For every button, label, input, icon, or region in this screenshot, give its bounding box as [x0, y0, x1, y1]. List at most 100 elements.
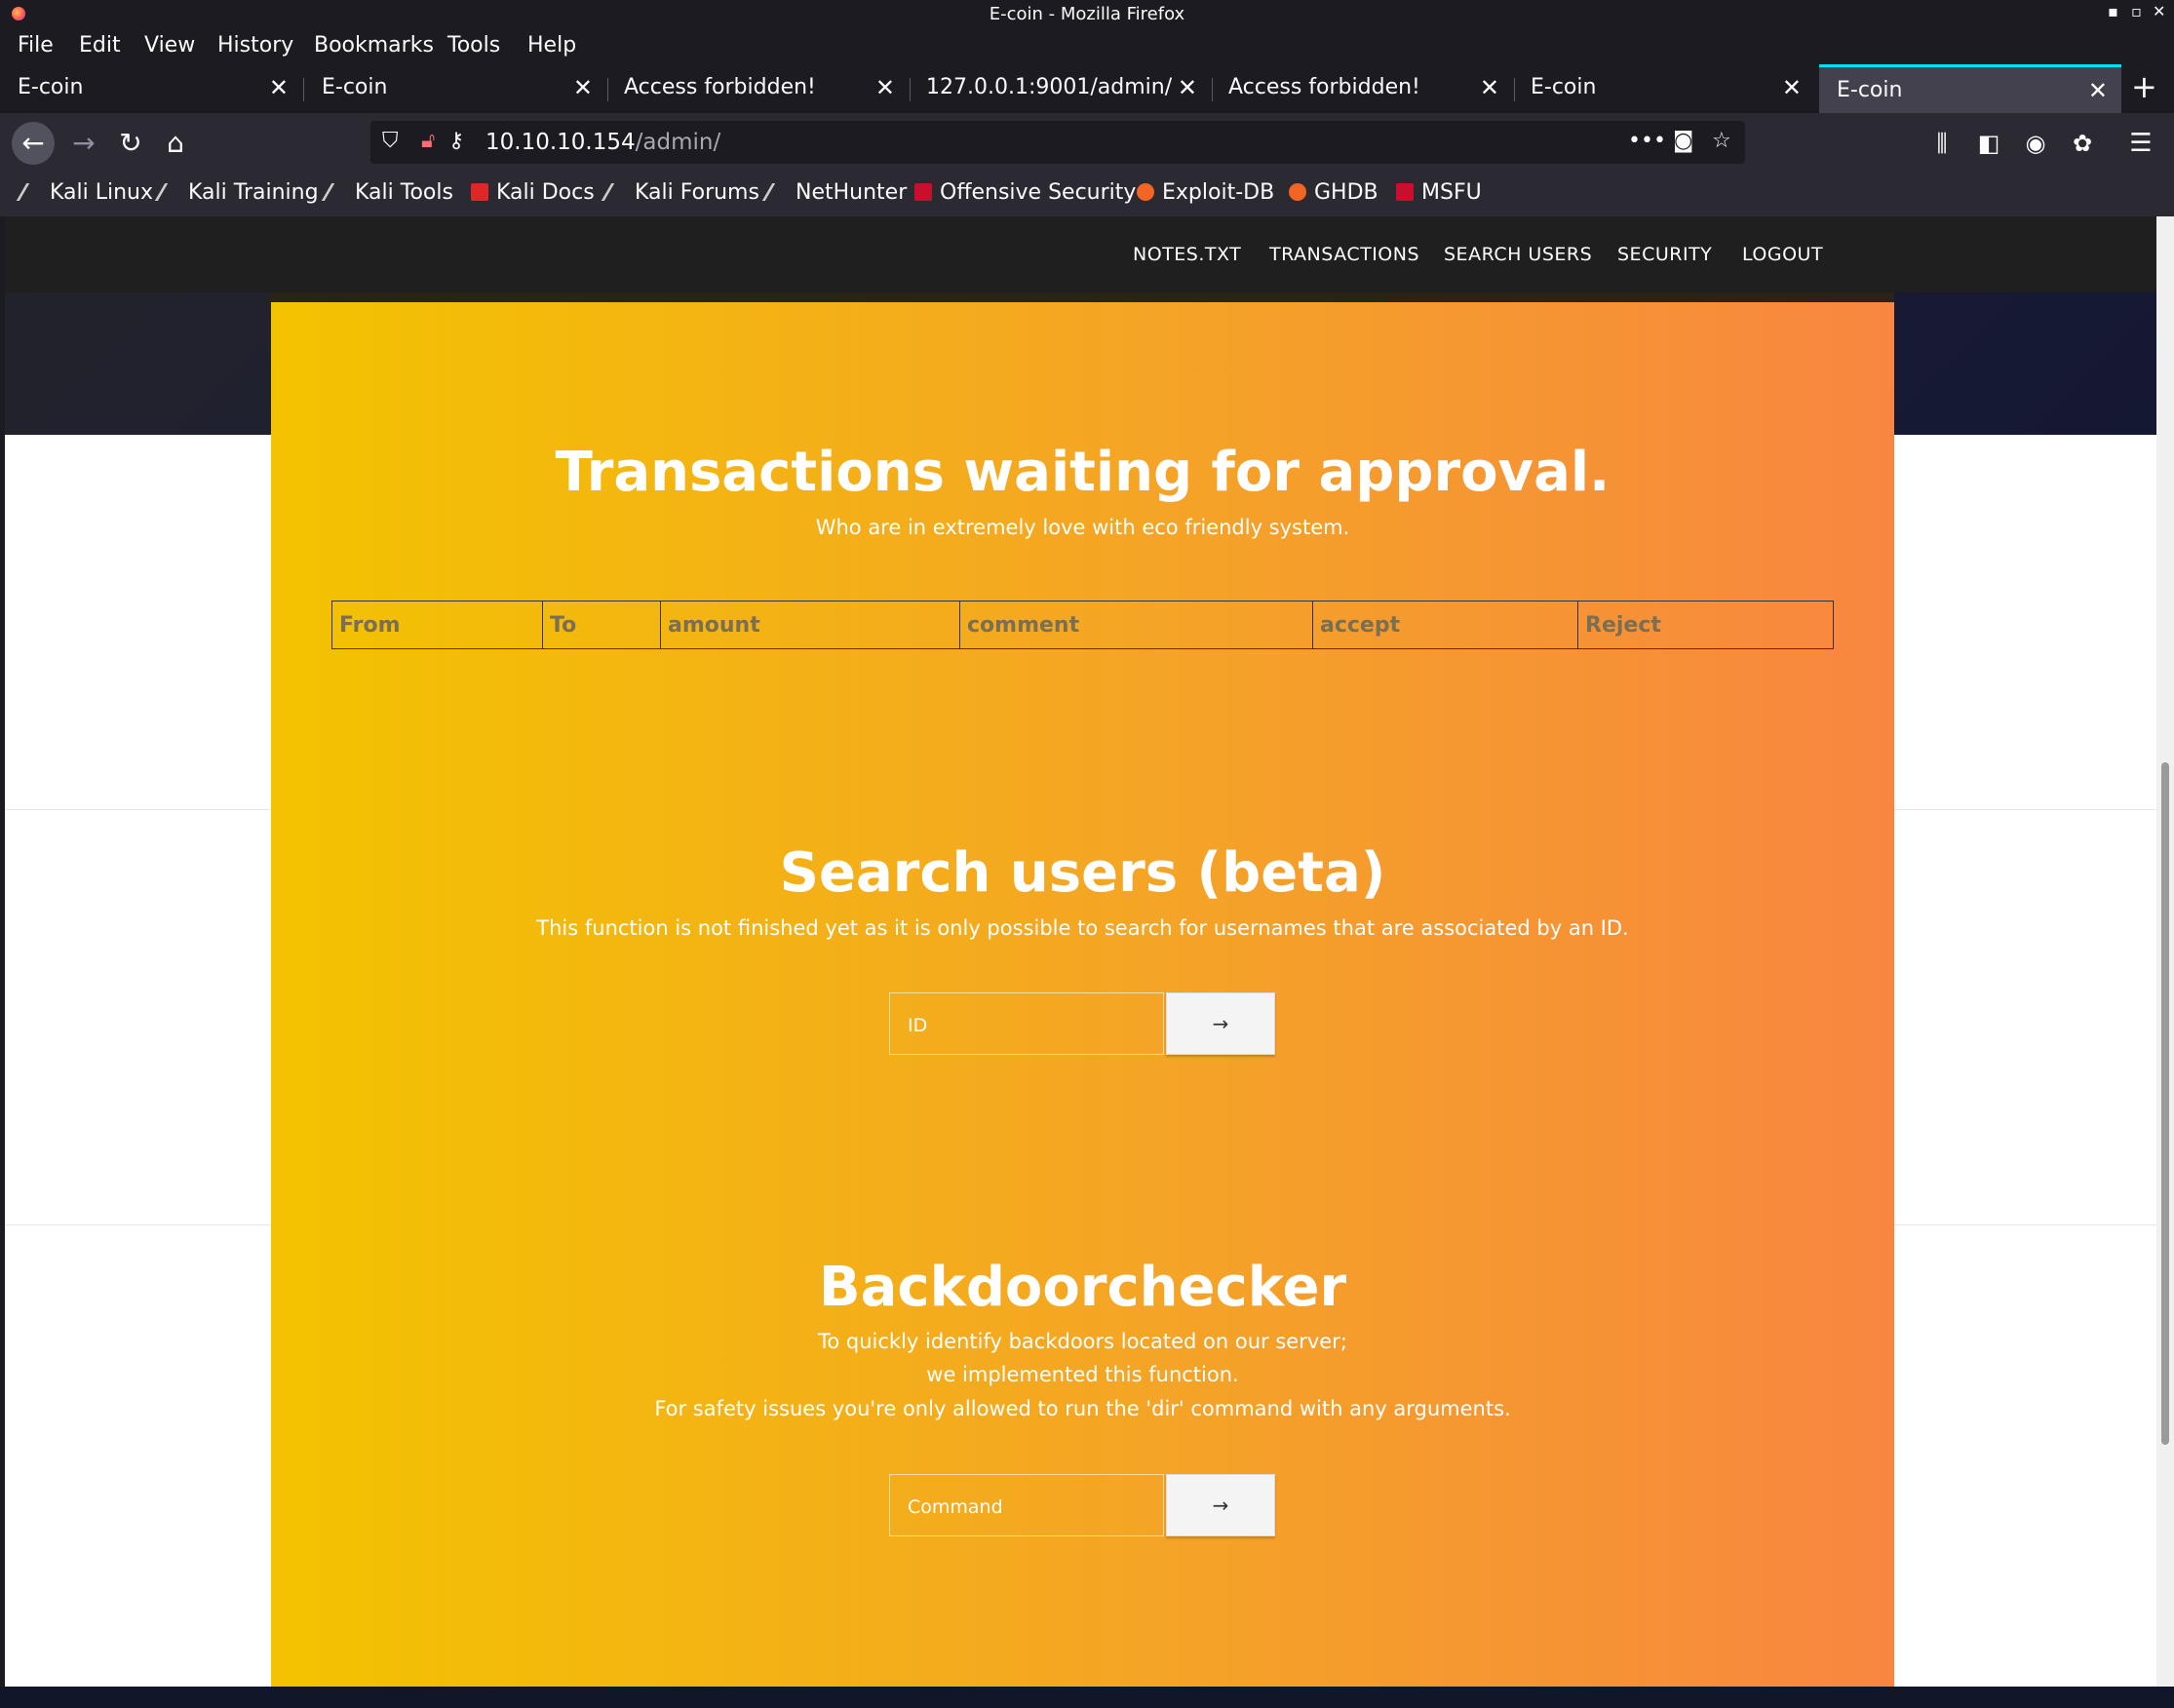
command-submit-button[interactable]: → — [1166, 1474, 1275, 1536]
menu-history[interactable]: History — [217, 33, 293, 58]
bookmark-offensive-security[interactable]: Offensive Security — [914, 180, 1136, 205]
tab-2[interactable]: E-coin ✕ — [304, 64, 606, 113]
bookmarks-toolbar: Kali Linux Kali Training Kali Tools Kali… — [0, 172, 2174, 216]
close-tab-icon[interactable]: ✕ — [1782, 74, 1802, 101]
url-path: /admin/ — [635, 130, 721, 155]
pocket-icon[interactable]: ◙ — [1673, 129, 1693, 153]
bookmark-star-icon[interactable]: ☆ — [1712, 129, 1731, 153]
tab-label: E-coin — [1531, 75, 1597, 99]
bookmark-kali-forums[interactable]: Kali Forums — [601, 180, 759, 205]
backdoorchecker-line-2: we implemented this function. — [926, 1363, 1239, 1386]
insecure-lock-icon[interactable]: 🔓︎ — [421, 129, 435, 153]
tab-4[interactable]: 127.0.0.1:9001/admin/ ✕ — [909, 64, 1211, 113]
bookmark-kali-tools[interactable]: Kali Tools — [321, 180, 453, 205]
account-icon[interactable]: ◉ — [2014, 122, 2057, 165]
tab-label: Access forbidden! — [624, 75, 816, 99]
forward-icon[interactable]: → — [62, 122, 105, 165]
nav-search-users[interactable]: SEARCH USERS — [1444, 244, 1592, 265]
minimize-icon[interactable]: ▪ — [2108, 2, 2118, 20]
tab-label: E-coin — [1837, 78, 1903, 102]
menu-bookmarks[interactable]: Bookmarks — [314, 33, 434, 58]
new-tab-icon[interactable]: + — [2131, 68, 2157, 105]
close-tab-icon[interactable]: ✕ — [269, 74, 289, 101]
bookmark-label: Offensive Security — [940, 180, 1137, 205]
tab-3[interactable]: Access forbidden! ✕ — [606, 64, 909, 113]
tab-strip: E-coin ✕ E-coin ✕ Access forbidden! ✕ 12… — [0, 64, 2174, 113]
bookmark-kali-docs[interactable]: Kali Docs — [471, 180, 595, 205]
library-icon[interactable]: ⫼ — [1921, 122, 1963, 165]
menu-file[interactable]: File — [18, 33, 54, 58]
bookmark-kali-training[interactable]: Kali Training — [154, 180, 319, 205]
bookmark-ghdb[interactable]: GHDB — [1289, 180, 1378, 205]
backdoorchecker-title: Backdoorchecker — [818, 1256, 1347, 1319]
kali-dragon-icon — [601, 183, 633, 201]
hamburger-menu-icon[interactable]: ☰ — [2119, 122, 2162, 165]
column-amount: amount — [660, 601, 960, 649]
bookmark-label: Kali Tools — [355, 180, 453, 205]
nav-notes-txt[interactable]: NOTES.TXT — [1133, 244, 1241, 265]
close-tab-icon[interactable]: ✕ — [875, 74, 895, 101]
table-header-row: From To amount comment accept Reject — [331, 601, 1834, 649]
scrollbar-thumb[interactable] — [2161, 762, 2169, 1445]
navigation-toolbar: ← → ↻ ⌂ ⛉ 🔓︎ ⚷ 10.10.10.154/admin/ ••• ◙… — [0, 113, 2174, 172]
bookmark-label: Kali Training — [188, 180, 319, 205]
menu-bar: File Edit View History Bookmarks Tools H… — [0, 29, 2174, 64]
close-tab-icon[interactable]: ✕ — [1178, 74, 1197, 101]
sidebar-icon[interactable]: ◧ — [1967, 122, 2010, 165]
kali-dragon-icon — [154, 183, 186, 201]
search-submit-button[interactable]: → — [1166, 992, 1275, 1055]
transactions-subtitle: Who are in extremely love with eco frien… — [815, 516, 1350, 539]
tab-6[interactable]: E-coin ✕ — [1513, 64, 1815, 113]
bookmark-label: MSFU — [1421, 180, 1482, 205]
tab-7-active[interactable]: E-coin ✕ — [1819, 64, 2121, 113]
close-window-icon[interactable]: ✕ — [2153, 2, 2165, 20]
menu-edit[interactable]: Edit — [79, 33, 121, 58]
page-scrollbar[interactable] — [2156, 216, 2174, 1687]
bookmark-kali-linux[interactable]: Kali Linux — [16, 180, 154, 205]
column-from: From — [331, 601, 543, 649]
tab-1[interactable]: E-coin ✕ — [0, 64, 302, 113]
tab-label: Access forbidden! — [1228, 75, 1420, 99]
reload-icon[interactable]: ↻ — [109, 122, 152, 165]
bookmark-label: NetHunter — [796, 180, 908, 205]
bookmark-exploit-db[interactable]: Exploit-DB — [1137, 180, 1274, 205]
nav-security[interactable]: SECURITY — [1617, 244, 1712, 265]
url-bar[interactable]: ⛉ 🔓︎ ⚷ 10.10.10.154/admin/ ••• ◙ ☆ — [370, 121, 1745, 164]
tab-5[interactable]: Access forbidden! ✕ — [1211, 64, 1513, 113]
offsec-icon — [914, 183, 932, 201]
menu-help[interactable]: Help — [527, 33, 576, 58]
nav-transactions[interactable]: TRANSACTIONS — [1269, 244, 1419, 265]
column-accept: accept — [1312, 601, 1578, 649]
command-input[interactable]: Command — [889, 1474, 1164, 1536]
column-comment: comment — [959, 601, 1313, 649]
tab-label: E-coin — [322, 75, 388, 99]
menu-tools[interactable]: Tools — [447, 33, 500, 58]
user-id-input[interactable]: ID — [889, 992, 1164, 1055]
page-actions-icon[interactable]: ••• — [1628, 129, 1666, 153]
close-tab-icon[interactable]: ✕ — [1480, 74, 1499, 101]
tab-label: 127.0.0.1:9001/admin/ — [926, 75, 1173, 99]
bookmark-label: Exploit-DB — [1162, 180, 1275, 205]
extension-cookie-icon[interactable]: ✿ — [2061, 122, 2104, 165]
bookmark-nethunter[interactable]: NetHunter — [761, 180, 908, 205]
search-users-form: ID → — [889, 992, 1279, 1057]
column-to: To — [542, 601, 661, 649]
key-icon[interactable]: ⚷ — [448, 129, 464, 153]
bookmark-msfu[interactable]: MSFU — [1396, 180, 1482, 205]
column-reject: Reject — [1577, 601, 1834, 649]
close-tab-icon[interactable]: ✕ — [573, 74, 593, 101]
nav-logout[interactable]: LOGOUT — [1742, 244, 1823, 265]
shield-icon[interactable]: ⛉ — [382, 129, 399, 153]
bookmark-label: Kali Linux — [50, 180, 154, 205]
home-icon[interactable]: ⌂ — [154, 122, 197, 165]
transactions-table: From To amount comment accept Reject — [331, 601, 1834, 649]
back-icon[interactable]: ← — [12, 122, 55, 165]
admin-panel: Transactions waiting for approval. Who a… — [271, 292, 1894, 1687]
maximize-icon[interactable]: ▫ — [2131, 2, 2142, 20]
close-tab-icon[interactable]: ✕ — [2088, 77, 2108, 104]
menu-view[interactable]: View — [144, 33, 195, 58]
bookmark-label: GHDB — [1314, 180, 1378, 205]
backdoorchecker-form: Command → — [889, 1474, 1279, 1538]
backdoorchecker-line-3: For safety issues you're only allowed to… — [654, 1397, 1511, 1420]
window-title: E-coin - Mozilla Firefox — [989, 4, 1185, 24]
